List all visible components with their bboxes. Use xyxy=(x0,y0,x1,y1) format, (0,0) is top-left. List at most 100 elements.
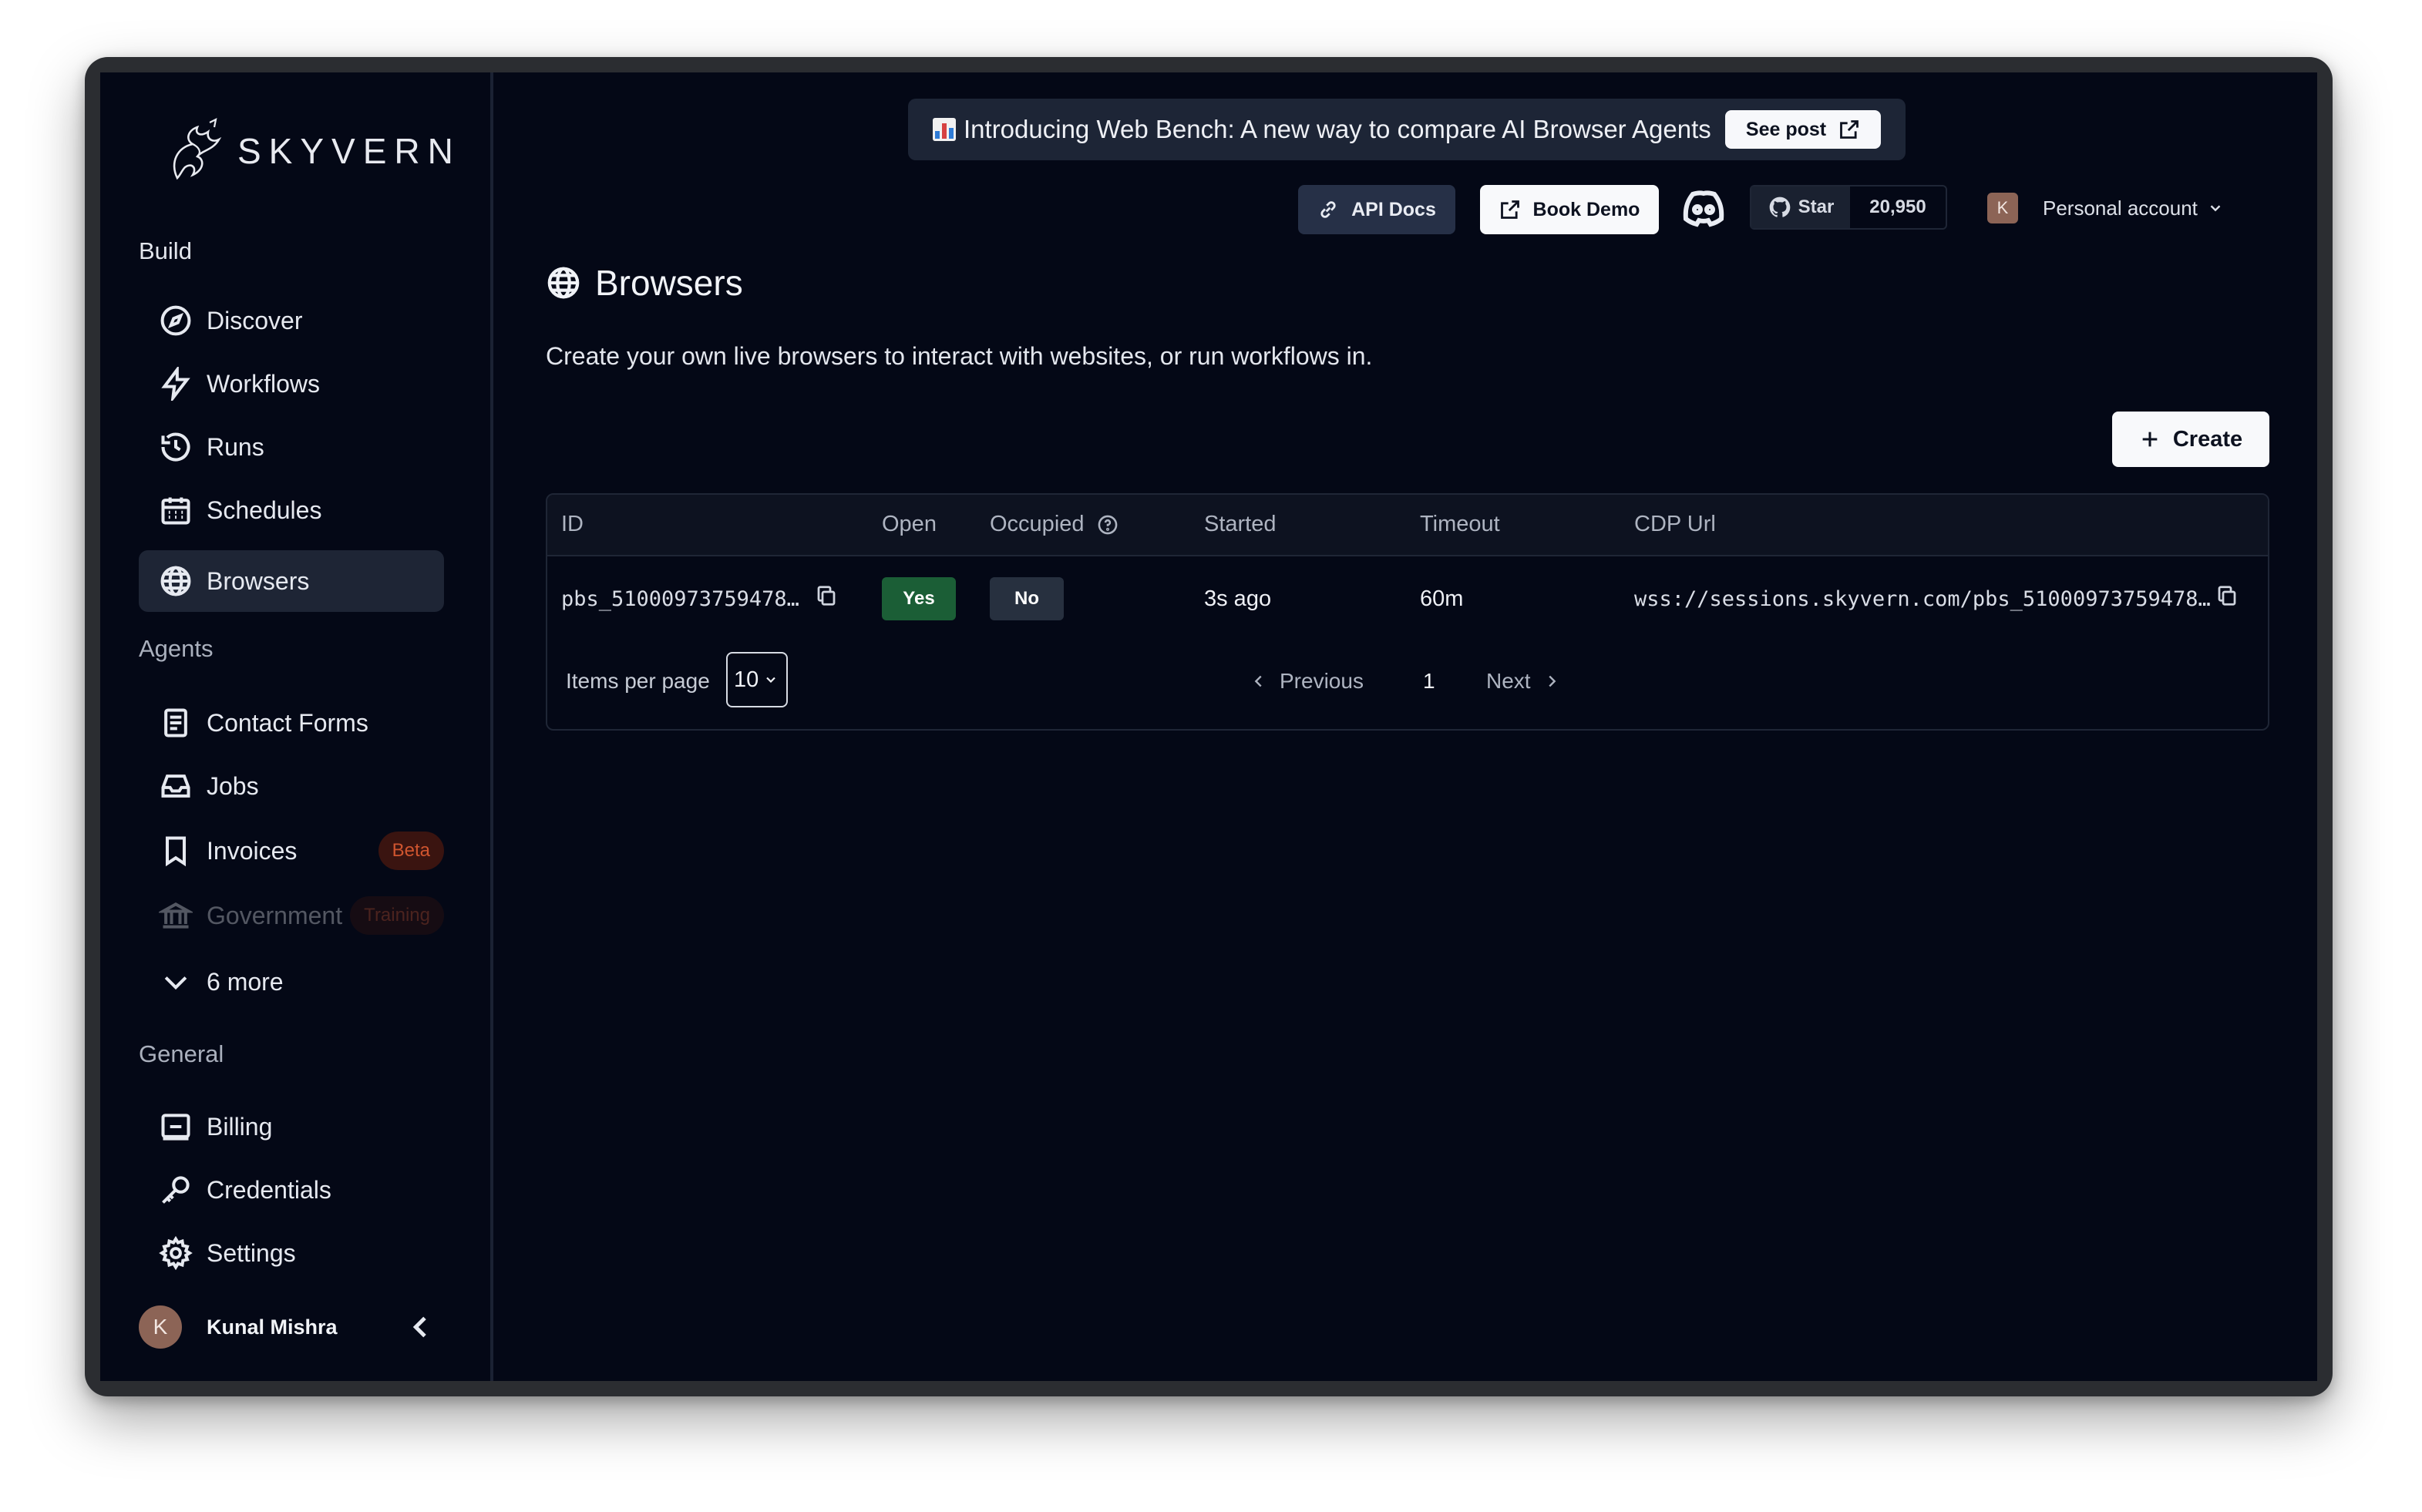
sidebar-item-label: Schedules xyxy=(207,496,322,524)
copy-icon[interactable] xyxy=(815,584,838,613)
cell-cdp-url: wss://sessions.skyvern.com/pbs_510009737… xyxy=(1634,558,2239,640)
chevron-down-icon xyxy=(157,963,194,1000)
create-label: Create xyxy=(2172,426,2243,452)
lightning-icon xyxy=(157,365,194,402)
sidebar-item-contact-forms[interactable]: Contact Forms xyxy=(139,692,444,754)
external-link-icon xyxy=(1840,120,1859,139)
history-icon xyxy=(157,428,194,465)
sidebar-item-jobs[interactable]: Jobs xyxy=(139,755,444,817)
gear-icon xyxy=(157,1235,194,1272)
create-button[interactable]: Create xyxy=(2112,412,2269,467)
sidebar-item-label: Government xyxy=(207,901,343,929)
skyvern-logo-icon xyxy=(173,118,222,180)
account-avatar: K xyxy=(1987,193,2018,223)
account-label: Personal account xyxy=(2043,196,2198,220)
sidebar-item-label: Browsers xyxy=(207,566,310,595)
discord-icon[interactable] xyxy=(1680,186,1727,230)
copy-icon[interactable] xyxy=(2215,584,2239,613)
sidebar-item-more[interactable]: 6 more xyxy=(139,951,444,1013)
sidebar-item-label: Contact Forms xyxy=(207,708,368,737)
started-value: 3s ago xyxy=(1204,586,1272,611)
sidebar-item-schedules[interactable]: Schedules xyxy=(139,479,444,541)
external-link-icon xyxy=(1500,200,1519,219)
section-build: Build xyxy=(139,237,192,264)
training-badge: Training xyxy=(350,896,444,935)
api-docs-button[interactable]: API Docs xyxy=(1298,185,1455,234)
sidebar-item-government[interactable]: Government Training xyxy=(139,885,444,946)
chevron-down-icon xyxy=(766,677,776,684)
cell-started: 3s ago xyxy=(1204,558,1271,640)
collapse-sidebar-icon[interactable] xyxy=(405,1312,436,1342)
sidebar-item-label: Jobs xyxy=(207,771,259,800)
banner-text: Introducing Web Bench: A new way to comp… xyxy=(964,115,1711,143)
sidebar-item-label: Discover xyxy=(207,306,303,334)
sidebar-item-label: Settings xyxy=(207,1238,296,1267)
announcement-banner: Introducing Web Bench: A new way to comp… xyxy=(908,99,1906,160)
billing-icon xyxy=(157,1108,194,1145)
sidebar-item-credentials[interactable]: Credentials xyxy=(139,1159,444,1221)
column-header-occupied: Occupied xyxy=(990,512,1118,537)
next-page-button[interactable]: Next xyxy=(1486,669,1560,694)
github-star-label: Star xyxy=(1798,197,1835,217)
cdp-url-value: wss://sessions.skyvern.com/pbs_510009737… xyxy=(1634,586,2211,611)
book-demo-label: Book Demo xyxy=(1532,198,1640,220)
brand-name: SKYVERN xyxy=(237,131,461,171)
pagination: Items per page 10 Previous 1 Next xyxy=(547,649,2268,711)
chevron-left-icon xyxy=(1254,675,1262,687)
github-star-button[interactable]: Star xyxy=(1751,186,1850,228)
items-per-page-value: 10 xyxy=(734,667,759,692)
page-title-text: Browsers xyxy=(595,263,743,303)
table-header: ID Open Occupied Started Timeout CDP Url xyxy=(547,495,2268,556)
sidebar-item-label: Billing xyxy=(207,1112,273,1141)
sidebar-item-label: Credentials xyxy=(207,1175,331,1204)
key-icon xyxy=(157,1171,194,1208)
chevron-right-icon xyxy=(1548,675,1556,687)
column-label: ID xyxy=(561,512,584,536)
help-icon[interactable] xyxy=(1097,514,1118,536)
browsers-table: ID Open Occupied Started Timeout CDP Url… xyxy=(546,493,2269,731)
sidebar-item-discover[interactable]: Discover xyxy=(139,290,444,351)
globe-icon xyxy=(157,563,194,600)
book-demo-button[interactable]: Book Demo xyxy=(1480,185,1659,234)
next-label: Next xyxy=(1486,669,1531,693)
logo[interactable]: SKYVERN xyxy=(162,114,461,188)
github-star-count: 20,950 xyxy=(1869,197,1926,217)
bookmark-icon xyxy=(157,832,194,869)
sidebar-item-label: Invoices xyxy=(207,836,298,865)
previous-page-button[interactable]: Previous xyxy=(1250,669,1364,694)
timeout-value: 60m xyxy=(1420,586,1464,611)
beta-badge: Beta xyxy=(378,832,444,870)
column-label: Open xyxy=(882,512,937,536)
column-label: CDP Url xyxy=(1634,512,1716,536)
sidebar-item-runs[interactable]: Runs xyxy=(139,416,444,478)
sidebar-item-settings[interactable]: Settings xyxy=(139,1222,444,1284)
link-icon xyxy=(1320,201,1336,218)
browser-id: pbs_51000973759478… xyxy=(561,586,799,611)
inbox-icon xyxy=(157,768,194,805)
github-icon xyxy=(1769,197,1790,217)
account-switcher[interactable]: K Personal account xyxy=(1987,191,2224,225)
bar-chart-icon xyxy=(933,118,956,141)
sidebar-item-billing[interactable]: Billing xyxy=(139,1096,444,1158)
user-profile[interactable]: K Kunal Mishra xyxy=(139,1304,444,1350)
current-page[interactable]: 1 xyxy=(1423,669,1435,694)
sidebar-item-invoices[interactable]: Invoices Beta xyxy=(139,820,444,882)
cell-occupied: No xyxy=(990,558,1064,640)
column-label: Started xyxy=(1204,512,1277,536)
occupied-status-badge: No xyxy=(990,577,1064,620)
column-header-started: Started xyxy=(1204,512,1277,537)
items-per-page-label: Items per page xyxy=(566,669,710,693)
sidebar: SKYVERN Build Discover Workflows Runs Sc… xyxy=(100,72,493,1381)
globe-icon xyxy=(547,267,580,299)
open-status-badge: Yes xyxy=(882,577,956,620)
see-post-button[interactable]: See post xyxy=(1725,110,1881,149)
sidebar-item-browsers[interactable]: Browsers xyxy=(139,550,444,612)
user-name: Kunal Mishra xyxy=(207,1315,338,1339)
column-header-id: ID xyxy=(561,512,584,537)
sidebar-item-workflows[interactable]: Workflows xyxy=(139,353,444,415)
table-row[interactable]: pbs_51000973759478… Yes No 3s ago 60m ws… xyxy=(547,558,2268,640)
github-star-widget[interactable]: Star 20,950 xyxy=(1750,185,1947,230)
calendar-icon xyxy=(157,492,194,529)
items-per-page-select[interactable]: 10 xyxy=(726,652,788,707)
page-description: Create your own live browsers to interac… xyxy=(546,342,1373,370)
